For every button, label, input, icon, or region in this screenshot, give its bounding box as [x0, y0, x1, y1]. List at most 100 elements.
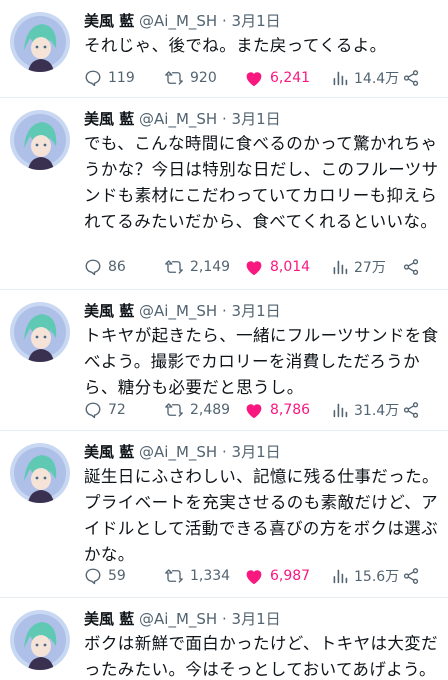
reply-icon: [85, 402, 101, 419]
tweet-date[interactable]: 3月1日: [232, 443, 281, 461]
tweet-text: でも、こんな時間に食べるのかって驚かれちゃうかな？今日は特別な日だし、このフルー…: [84, 134, 439, 231]
separator-dot: ·: [221, 302, 227, 320]
avatar-image: [10, 443, 70, 503]
like-count: 8,786: [270, 402, 311, 418]
tweet-header: 美風 藍 @Ai_M_SH · 3月1日: [84, 441, 440, 463]
tweet-text: ボクは新鮮で面白かったけど、トキヤは大変だったみたい。今はそっとしておいてあげよ…: [84, 634, 439, 679]
avatar[interactable]: [10, 302, 70, 362]
action-bar: 59 1,334 6,987 15.6万: [84, 565, 440, 587]
tweet-date[interactable]: 3月1日: [232, 302, 281, 320]
reply-count: 119: [108, 70, 135, 86]
tweet[interactable]: 美風 藍 @Ai_M_SH · 3月1日 それじゃ、後でね。また戻ってくるよ。 …: [0, 0, 448, 98]
views-count: 27万: [354, 260, 386, 276]
display-name[interactable]: 美風 藍: [84, 443, 134, 461]
like-button[interactable]: 8,014: [244, 256, 310, 278]
reply-button[interactable]: 59: [84, 565, 126, 587]
reply-count: 86: [108, 259, 126, 275]
retweet-button[interactable]: 920: [164, 67, 217, 89]
retweet-icon: [165, 403, 183, 417]
user-handle[interactable]: @Ai_M_SH: [139, 110, 217, 128]
tweet-text: トキヤが起きたら、一緒にフルーツサンドを食べよう。撮影でカロリーを消費しただろう…: [84, 326, 439, 397]
heart-icon: [246, 72, 262, 87]
action-bar: 86 2,149 8,014 27万: [84, 256, 440, 278]
separator-dot: ·: [221, 12, 227, 30]
display-name[interactable]: 美風 藍: [84, 610, 134, 628]
views-button[interactable]: 15.6万: [332, 565, 399, 587]
tweet-body: 美風 藍 @Ai_M_SH · 3月1日 誕生日にふさわしい、記憶に残る仕事だっ…: [84, 441, 440, 568]
like-button[interactable]: 6,241: [244, 67, 310, 89]
tweet-body: 美風 藍 @Ai_M_SH · 3月1日 それじゃ、後でね。また戻ってくるよ。: [84, 10, 440, 59]
views-button[interactable]: 31.4万: [332, 399, 399, 421]
avatar[interactable]: [10, 12, 70, 72]
heart-icon: [246, 261, 262, 276]
tweet-body: 美風 藍 @Ai_M_SH · 3月1日 トキヤが起きたら、一緒にフルーツサンド…: [84, 300, 440, 401]
views-button[interactable]: 14.4万: [332, 67, 399, 89]
separator-dot: ·: [221, 110, 227, 128]
tweet-text: それじゃ、後でね。また戻ってくるよ。: [84, 36, 387, 55]
reply-icon: [85, 259, 101, 276]
like-count: 6,987: [270, 568, 311, 584]
heart-icon: [246, 570, 262, 585]
tweet-date[interactable]: 3月1日: [232, 610, 281, 628]
views-count: 14.4万: [354, 71, 400, 87]
tweet-text: 誕生日にふさわしい、記憶に残る仕事だった。プライベートを充実させるのも素敵だけど…: [84, 467, 439, 564]
display-name[interactable]: 美風 藍: [84, 302, 134, 320]
avatar-image: [10, 110, 70, 170]
like-count: 6,241: [270, 70, 311, 86]
reply-count: 59: [108, 568, 126, 584]
user-handle[interactable]: @Ai_M_SH: [139, 12, 217, 30]
like-button[interactable]: 8,786: [244, 399, 310, 421]
avatar[interactable]: [10, 443, 70, 503]
tweet-date[interactable]: 3月1日: [232, 12, 281, 30]
like-count: 8,014: [270, 259, 311, 275]
like-button[interactable]: 6,987: [244, 565, 310, 587]
user-handle[interactable]: @Ai_M_SH: [139, 302, 217, 320]
tweet-header: 美風 藍 @Ai_M_SH · 3月1日: [84, 608, 440, 630]
user-handle[interactable]: @Ai_M_SH: [139, 443, 217, 461]
share-button[interactable]: [402, 256, 420, 278]
avatar[interactable]: [10, 110, 70, 170]
separator-dot: ·: [221, 443, 227, 461]
tweet[interactable]: 美風 藍 @Ai_M_SH · 3月1日 ボクは新鮮で面白かったけど、トキヤは大…: [0, 598, 448, 680]
views-icon: [333, 569, 348, 584]
tweet-header: 美風 藍 @Ai_M_SH · 3月1日: [84, 300, 440, 322]
views-count: 31.4万: [354, 403, 400, 419]
share-button[interactable]: [402, 399, 420, 421]
retweet-button[interactable]: 2,489: [164, 399, 230, 421]
avatar-image: [10, 12, 70, 72]
retweet-count: 2,149: [190, 259, 231, 275]
display-name[interactable]: 美風 藍: [84, 110, 134, 128]
views-icon: [333, 260, 348, 275]
retweet-count: 920: [190, 70, 217, 86]
retweet-icon: [165, 260, 183, 274]
tweet[interactable]: 美風 藍 @Ai_M_SH · 3月1日 でも、こんな時間に食べるのかって驚かれ…: [0, 98, 448, 290]
reply-icon: [85, 568, 101, 585]
tweet[interactable]: 美風 藍 @Ai_M_SH · 3月1日 誕生日にふさわしい、記憶に残る仕事だっ…: [0, 431, 448, 598]
action-bar: 72 2,489 8,786 31.4万: [84, 399, 440, 421]
user-handle[interactable]: @Ai_M_SH: [139, 610, 217, 628]
display-name[interactable]: 美風 藍: [84, 12, 134, 30]
tweet-body: 美風 藍 @Ai_M_SH · 3月1日 でも、こんな時間に食べるのかって驚かれ…: [84, 108, 440, 235]
views-button[interactable]: 27万: [332, 256, 386, 278]
tweet-date[interactable]: 3月1日: [232, 110, 281, 128]
reply-button[interactable]: 72: [84, 399, 126, 421]
retweet-count: 1,334: [190, 568, 231, 584]
tweet-header: 美風 藍 @Ai_M_SH · 3月1日: [84, 10, 440, 32]
avatar-image: [10, 610, 70, 670]
share-button[interactable]: [402, 565, 420, 587]
reply-button[interactable]: 86: [84, 256, 126, 278]
reply-button[interactable]: 119: [84, 67, 135, 89]
separator-dot: ·: [221, 610, 227, 628]
share-button[interactable]: [402, 67, 420, 89]
retweet-button[interactable]: 1,334: [164, 565, 230, 587]
retweet-count: 2,489: [190, 402, 231, 418]
tweet[interactable]: 美風 藍 @Ai_M_SH · 3月1日 トキヤが起きたら、一緒にフルーツサンド…: [0, 290, 448, 431]
share-icon: [403, 259, 419, 275]
tweet-body: 美風 藍 @Ai_M_SH · 3月1日 ボクは新鮮で面白かったけど、トキヤは大…: [84, 608, 440, 680]
views-icon: [333, 403, 348, 418]
tweet-header: 美風 藍 @Ai_M_SH · 3月1日: [84, 108, 440, 130]
tweet-feed: 美風 藍 @Ai_M_SH · 3月1日 それじゃ、後でね。また戻ってくるよ。 …: [0, 0, 448, 680]
retweet-button[interactable]: 2,149: [164, 256, 230, 278]
avatar[interactable]: [10, 610, 70, 670]
views-icon: [333, 71, 348, 86]
